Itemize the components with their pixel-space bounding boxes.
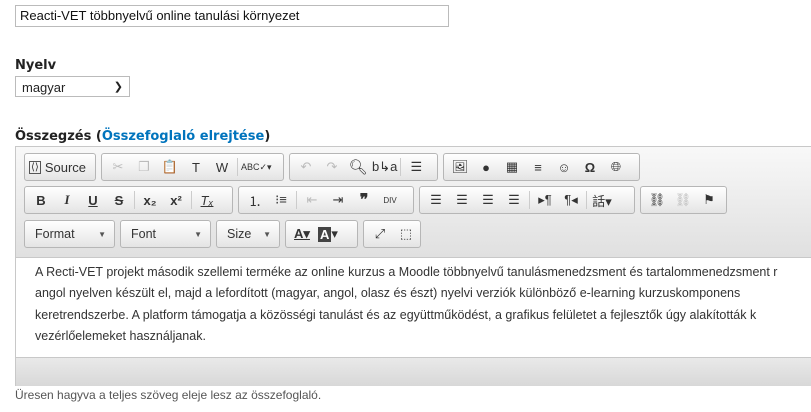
content-line: vezérlőelemeket használjanak.	[35, 328, 206, 343]
font-label: Font	[131, 227, 157, 241]
table-icon[interactable]: ▦	[499, 156, 525, 178]
show-blocks-icon[interactable]: ⬚	[393, 223, 419, 245]
rich-text-editor: ⟨⟩ Source ✂ ❐ 📋 T W ABC✓▾ ↶ ↷ 🔍︎ b↳a ☰ 🖼︎…	[15, 146, 811, 386]
size-label: Size	[227, 227, 252, 241]
language-label: Nyelv	[15, 58, 57, 73]
div-container-icon[interactable]: DIV	[377, 189, 403, 211]
clipboard-group: ✂ ❐ 📋 T W ABC✓▾	[101, 153, 284, 181]
undo-icon[interactable]: ↶	[293, 156, 319, 178]
underline-icon[interactable]: U	[80, 189, 106, 211]
bulleted-list-icon[interactable]: ⁝≡	[268, 189, 294, 211]
maximize-icon[interactable]: ⤢	[367, 223, 393, 245]
italic-icon[interactable]: I	[54, 189, 80, 211]
source-icon: ⟨⟩	[29, 160, 41, 174]
editing-group: ↶ ↷ 🔍︎ b↳a ☰	[289, 153, 438, 181]
subscript-icon[interactable]: x₂	[137, 189, 163, 211]
special-char-icon[interactable]: Ω	[577, 156, 603, 178]
editor-status-bar	[16, 357, 811, 386]
background-color-icon[interactable]: A ▾	[315, 223, 341, 245]
strike-icon[interactable]: S	[106, 189, 132, 211]
align-right-icon[interactable]: ☰	[475, 189, 501, 211]
hide-summary-link[interactable]: Összefoglaló elrejtése	[102, 129, 265, 144]
language-icon[interactable]: 話▾	[589, 189, 615, 211]
iframe-globe-icon[interactable]: 🌐︎	[603, 156, 629, 178]
language-selected: magyar	[22, 80, 66, 95]
ltr-icon[interactable]: ▸¶	[532, 189, 558, 211]
chevron-down-icon: ❯	[113, 81, 123, 93]
dropdown-arrow-icon: ▼	[263, 229, 271, 239]
title-input[interactable]: Reacti-VET többnyelvű online tanulási kö…	[15, 5, 449, 27]
text-color-icon[interactable]: A▾	[289, 223, 315, 245]
remove-format-icon[interactable]: Tₓ	[194, 189, 220, 211]
summary-hint: Üresen hagyva a teljes szöveg eleje lesz…	[15, 388, 322, 402]
spellcheck-icon[interactable]: ABC✓▾	[240, 156, 273, 178]
horizontal-line-icon[interactable]: ≡	[525, 156, 551, 178]
editor-toolbar: ⟨⟩ Source ✂ ❐ 📋 T W ABC✓▾ ↶ ↷ 🔍︎ b↳a ☰ 🖼︎…	[16, 147, 811, 258]
format-dropdown[interactable]: Format ▼	[24, 220, 115, 248]
justify-icon[interactable]: ☰	[501, 189, 527, 211]
source-button[interactable]: ⟨⟩ Source	[28, 156, 87, 178]
content-line: angol nyelven készült el, majd a lefordí…	[35, 286, 741, 301]
anchor-flag-icon[interactable]: ⚑	[696, 189, 722, 211]
rtl-icon[interactable]: ¶◂	[558, 189, 584, 211]
numbered-list-icon[interactable]: ⒈	[242, 189, 268, 211]
align-left-icon[interactable]: ☰	[423, 189, 449, 211]
superscript-icon[interactable]: x²	[163, 189, 189, 211]
paste-icon[interactable]: 📋	[157, 156, 183, 178]
flash-icon[interactable]: ●	[473, 156, 499, 178]
replace-icon[interactable]: b↳a	[371, 156, 398, 178]
source-label: Source	[44, 159, 87, 175]
content-line: A Recti-VET projekt második szellemi ter…	[35, 265, 778, 279]
select-all-icon[interactable]: ☰	[403, 156, 429, 178]
redo-icon[interactable]: ↷	[319, 156, 345, 178]
separator	[529, 191, 530, 209]
smiley-icon[interactable]: ☺	[551, 156, 577, 178]
dropdown-arrow-icon: ▼	[98, 229, 106, 239]
editor-content[interactable]: A Recti-VET projekt második szellemi ter…	[16, 257, 811, 361]
separator	[296, 191, 297, 209]
tools-group: ⤢ ⬚	[363, 220, 421, 248]
size-dropdown[interactable]: Size ▼	[216, 220, 280, 248]
separator	[134, 191, 135, 209]
paste-text-icon[interactable]: T	[183, 156, 209, 178]
separator	[237, 158, 238, 176]
copy-icon[interactable]: ❐	[131, 156, 157, 178]
align-group: ☰ ☰ ☰ ☰ ▸¶ ¶◂ 話▾	[419, 186, 635, 214]
source-group: ⟨⟩ Source	[24, 153, 96, 181]
insert-group: 🖼︎ ● ▦ ≡ ☺ Ω 🌐︎	[443, 153, 640, 181]
image-icon[interactable]: 🖼︎	[447, 156, 473, 178]
bold-icon[interactable]: B	[28, 189, 54, 211]
summary-label: Összegzés (Összefoglaló elrejtése)	[15, 129, 271, 144]
summary-label-text: Összegzés	[15, 129, 92, 144]
language-select[interactable]: magyar ❯	[15, 76, 130, 97]
cut-icon[interactable]: ✂	[105, 156, 131, 178]
align-center-icon[interactable]: ☰	[449, 189, 475, 211]
format-label: Format	[35, 227, 75, 241]
colors-group: A▾ A ▾	[285, 220, 358, 248]
separator	[191, 191, 192, 209]
separator	[400, 158, 402, 176]
outdent-icon[interactable]: ⇤	[299, 189, 325, 211]
font-dropdown[interactable]: Font ▼	[120, 220, 211, 248]
content-line: keretrendszerbe. A platform támogatja a …	[35, 307, 757, 322]
paragraph-group: ⒈ ⁝≡ ⇤ ⇥ ❞ DIV	[238, 186, 414, 214]
separator	[586, 191, 587, 209]
find-icon[interactable]: 🔍︎	[345, 156, 371, 178]
paste-word-icon[interactable]: W	[209, 156, 235, 178]
basic-styles-group: B I U S x₂ x² Tₓ	[24, 186, 233, 214]
blockquote-icon[interactable]: ❞	[351, 189, 377, 211]
dropdown-arrow-icon: ▼	[194, 229, 202, 239]
unlink-icon[interactable]: ⛓	[670, 189, 696, 211]
links-group: ⛓ ⛓ ⚑	[640, 186, 727, 214]
link-icon[interactable]: ⛓	[644, 189, 670, 211]
indent-icon[interactable]: ⇥	[325, 189, 351, 211]
